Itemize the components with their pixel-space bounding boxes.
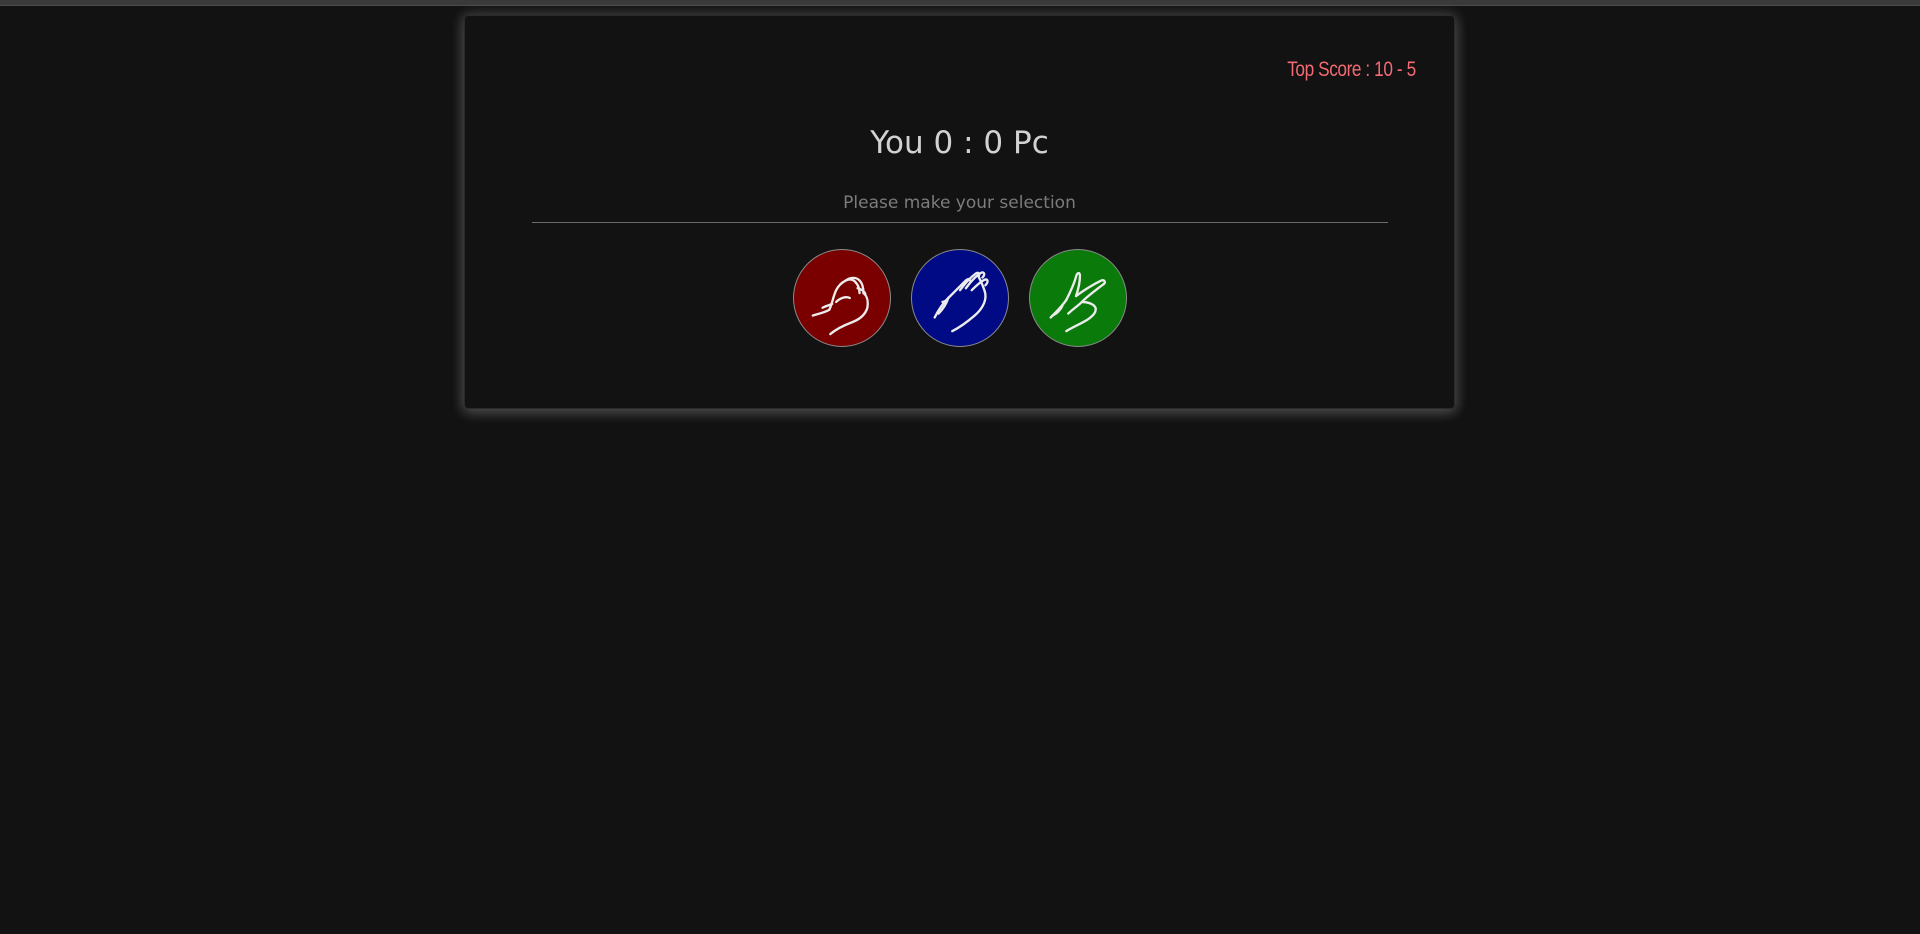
scoreboard: You 0 : 0 Pc xyxy=(465,125,1454,161)
game-card: Top Score : 10 - 5 You 0 : 0 Pc Please m… xyxy=(464,15,1455,409)
status-message: Please make your selection xyxy=(843,193,1076,213)
scissors-button[interactable] xyxy=(1028,249,1127,347)
player-score: 0 xyxy=(933,125,954,161)
paper-hand-icon xyxy=(932,271,989,333)
scissors-hand-icon xyxy=(1049,271,1106,333)
pc-score: 0 xyxy=(983,125,1004,161)
top-score: Top Score : 10 - 5 xyxy=(1287,58,1416,81)
pc-label: Pc xyxy=(1013,125,1049,161)
rock-button[interactable] xyxy=(792,249,891,347)
player-label: You xyxy=(870,125,924,161)
browser-top-bar xyxy=(0,0,1920,6)
choice-buttons xyxy=(465,249,1454,347)
score-separator: : xyxy=(963,125,974,161)
rock-hand-icon xyxy=(811,276,869,336)
divider xyxy=(532,222,1388,223)
paper-button[interactable] xyxy=(910,249,1009,347)
